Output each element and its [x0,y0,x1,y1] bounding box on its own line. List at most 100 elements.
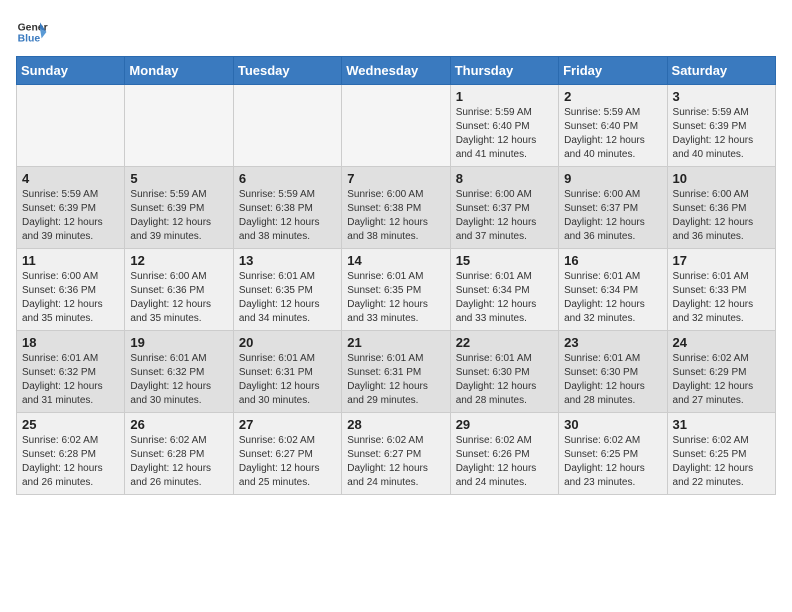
day-number: 12 [130,253,227,268]
calendar-cell: 25 Sunrise: 6:02 AM Sunset: 6:28 PM Dayli… [17,413,125,495]
calendar-cell: 7 Sunrise: 6:00 AM Sunset: 6:38 PM Daylig… [342,167,450,249]
calendar-cell: 20Sunrise: 6:01 AM Sunset: 6:31 PM Dayli… [233,331,341,413]
day-number: 18 [22,335,119,350]
day-number: 4 [22,171,119,186]
day-info: Sunrise: 6:02 AM Sunset: 6:28 PM Dayligh… [22,434,119,490]
day-info: Sunrise: 6:02 AM Sunset: 6:25 PM Dayligh… [564,434,661,490]
day-info: Sunrise: 6:01 AM Sunset: 6:32 PM Dayligh… [130,352,227,408]
day-number: 8 [456,171,553,186]
calendar-cell: 16 Sunrise: 6:01 AM Sunset: 6:34 PM Dayli… [559,249,667,331]
day-info: Sunrise: 6:01 AM Sunset: 6:32 PM Dayligh… [22,352,119,408]
day-info: Sunrise: 6:00 AM Sunset: 6:36 PM Dayligh… [22,270,119,326]
day-info: Sunrise: 6:01 AM Sunset: 6:35 PM Dayligh… [347,270,444,326]
day-number: 27 [239,417,336,432]
day-info: Sunrise: 6:02 AM Sunset: 6:27 PM Dayligh… [347,434,444,490]
day-info: Sunrise: 5:59 AM Sunset: 6:39 PM Dayligh… [673,106,770,162]
calendar-cell: 31Sunrise: 6:02 AM Sunset: 6:25 PM Dayli… [667,413,775,495]
calendar-cell: 26 Sunrise: 6:02 AM Sunset: 6:28 PM Dayli… [125,413,233,495]
calendar-cell: 23 Sunrise: 6:01 AM Sunset: 6:30 PM Dayli… [559,331,667,413]
calendar-header-wednesday: Wednesday [342,57,450,85]
page-header: General Blue [16,16,776,48]
calendar-cell: 28 Sunrise: 6:02 AM Sunset: 6:27 PM Dayli… [342,413,450,495]
calendar-week-4: 18 Sunrise: 6:01 AM Sunset: 6:32 PM Dayli… [17,331,776,413]
day-number: 24 [673,335,770,350]
day-number: 1 [456,89,553,104]
day-info: Sunrise: 6:00 AM Sunset: 6:37 PM Dayligh… [564,188,661,244]
calendar-header-thursday: Thursday [450,57,558,85]
day-info: Sunrise: 5:59 AM Sunset: 6:40 PM Dayligh… [456,106,553,162]
day-info: Sunrise: 6:01 AM Sunset: 6:31 PM Dayligh… [239,352,336,408]
day-info: Sunrise: 6:01 AM Sunset: 6:33 PM Dayligh… [673,270,770,326]
calendar-cell: 14 Sunrise: 6:01 AM Sunset: 6:35 PM Dayli… [342,249,450,331]
calendar-header-sunday: Sunday [17,57,125,85]
day-number: 14 [347,253,444,268]
day-info: Sunrise: 5:59 AM Sunset: 6:39 PM Dayligh… [22,188,119,244]
calendar-cell: 8 Sunrise: 6:00 AM Sunset: 6:37 PM Daylig… [450,167,558,249]
day-info: Sunrise: 6:01 AM Sunset: 6:31 PM Dayligh… [347,352,444,408]
day-number: 29 [456,417,553,432]
day-info: Sunrise: 6:02 AM Sunset: 6:26 PM Dayligh… [456,434,553,490]
day-info: Sunrise: 6:00 AM Sunset: 6:38 PM Dayligh… [347,188,444,244]
calendar-cell [125,85,233,167]
day-number: 7 [347,171,444,186]
calendar-cell [233,85,341,167]
day-info: Sunrise: 6:00 AM Sunset: 6:36 PM Dayligh… [130,270,227,326]
calendar-cell: 4 Sunrise: 5:59 AM Sunset: 6:39 PM Daylig… [17,167,125,249]
day-number: 9 [564,171,661,186]
calendar-cell: 30 Sunrise: 6:02 AM Sunset: 6:25 PM Dayli… [559,413,667,495]
day-number: 22 [456,335,553,350]
day-number: 11 [22,253,119,268]
logo: General Blue [16,16,52,48]
day-info: Sunrise: 6:02 AM Sunset: 6:28 PM Dayligh… [130,434,227,490]
day-info: Sunrise: 6:01 AM Sunset: 6:30 PM Dayligh… [456,352,553,408]
calendar-cell [17,85,125,167]
calendar-cell: 2 Sunrise: 5:59 AM Sunset: 6:40 PM Daylig… [559,85,667,167]
day-info: Sunrise: 5:59 AM Sunset: 6:40 PM Dayligh… [564,106,661,162]
day-number: 21 [347,335,444,350]
calendar-cell: 19 Sunrise: 6:01 AM Sunset: 6:32 PM Dayli… [125,331,233,413]
day-number: 15 [456,253,553,268]
day-info: Sunrise: 6:00 AM Sunset: 6:37 PM Dayligh… [456,188,553,244]
day-info: Sunrise: 6:01 AM Sunset: 6:34 PM Dayligh… [456,270,553,326]
day-info: Sunrise: 6:02 AM Sunset: 6:27 PM Dayligh… [239,434,336,490]
day-info: Sunrise: 6:01 AM Sunset: 6:34 PM Dayligh… [564,270,661,326]
calendar-cell: 15 Sunrise: 6:01 AM Sunset: 6:34 PM Dayli… [450,249,558,331]
day-number: 31 [673,417,770,432]
svg-text:Blue: Blue [18,34,41,45]
calendar-cell: 5Sunrise: 5:59 AM Sunset: 6:39 PM Daylig… [125,167,233,249]
calendar-cell: 12 Sunrise: 6:00 AM Sunset: 6:36 PM Dayli… [125,249,233,331]
calendar-cell: 24 Sunrise: 6:02 AM Sunset: 6:29 PM Dayli… [667,331,775,413]
calendar-cell: 18 Sunrise: 6:01 AM Sunset: 6:32 PM Dayli… [17,331,125,413]
day-number: 19 [130,335,227,350]
day-info: Sunrise: 6:01 AM Sunset: 6:30 PM Dayligh… [564,352,661,408]
day-number: 25 [22,417,119,432]
day-number: 6 [239,171,336,186]
calendar-cell: 1 Sunrise: 5:59 AM Sunset: 6:40 PM Daylig… [450,85,558,167]
calendar-cell: 21 Sunrise: 6:01 AM Sunset: 6:31 PM Dayli… [342,331,450,413]
day-info: Sunrise: 6:00 AM Sunset: 6:36 PM Dayligh… [673,188,770,244]
day-info: Sunrise: 6:01 AM Sunset: 6:35 PM Dayligh… [239,270,336,326]
calendar-cell: 3Sunrise: 5:59 AM Sunset: 6:39 PM Daylig… [667,85,775,167]
day-number: 28 [347,417,444,432]
day-number: 13 [239,253,336,268]
day-info: Sunrise: 5:59 AM Sunset: 6:39 PM Dayligh… [130,188,227,244]
calendar-week-5: 25 Sunrise: 6:02 AM Sunset: 6:28 PM Dayli… [17,413,776,495]
calendar-cell: 27 Sunrise: 6:02 AM Sunset: 6:27 PM Dayli… [233,413,341,495]
day-info: Sunrise: 6:02 AM Sunset: 6:29 PM Dayligh… [673,352,770,408]
calendar-header-saturday: Saturday [667,57,775,85]
calendar-cell: 17 Sunrise: 6:01 AM Sunset: 6:33 PM Dayli… [667,249,775,331]
day-number: 16 [564,253,661,268]
calendar-cell: 10 Sunrise: 6:00 AM Sunset: 6:36 PM Dayli… [667,167,775,249]
calendar-header-friday: Friday [559,57,667,85]
day-number: 10 [673,171,770,186]
day-number: 30 [564,417,661,432]
calendar-cell: 11 Sunrise: 6:00 AM Sunset: 6:36 PM Dayli… [17,249,125,331]
day-number: 26 [130,417,227,432]
day-number: 23 [564,335,661,350]
day-number: 2 [564,89,661,104]
calendar-cell: 9 Sunrise: 6:00 AM Sunset: 6:37 PM Daylig… [559,167,667,249]
calendar-cell: 6Sunrise: 5:59 AM Sunset: 6:38 PM Daylig… [233,167,341,249]
day-number: 17 [673,253,770,268]
calendar-week-2: 4 Sunrise: 5:59 AM Sunset: 6:39 PM Daylig… [17,167,776,249]
calendar-header-monday: Monday [125,57,233,85]
